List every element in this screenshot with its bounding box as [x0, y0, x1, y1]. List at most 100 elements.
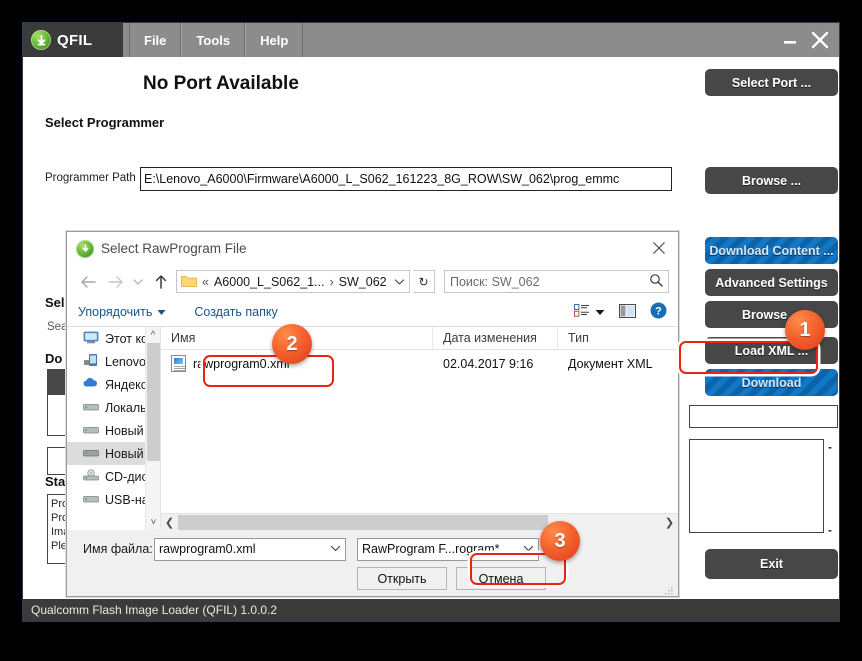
- breadcrumb-chevron-down-icon[interactable]: [394, 275, 405, 289]
- menubar: File Tools Help: [129, 23, 304, 57]
- sidebar-scrollbar[interactable]: ^ ˅: [145, 327, 160, 530]
- back-icon[interactable]: [76, 270, 100, 294]
- filetype-combobox[interactable]: RawProgram F...rogram*: [357, 538, 539, 561]
- breadcrumb-current[interactable]: SW_062: [339, 275, 387, 289]
- screenshot-root: QFIL File Tools Help No Port Available S…: [0, 0, 862, 661]
- file-type-cell: Документ XML: [568, 356, 653, 371]
- window-controls: [777, 23, 833, 57]
- close-icon[interactable]: [807, 26, 833, 54]
- new-folder-button[interactable]: Создать папку: [194, 305, 277, 319]
- filename-value: rawprogram0.xml: [159, 542, 256, 556]
- breadcrumb-bar[interactable]: « A6000_L_S062_1... › SW_062: [176, 270, 410, 293]
- annotation-badge-2: 2: [272, 324, 312, 364]
- app-statusbar: Qualcomm Flash Image Loader (QFIL) 1.0.0…: [23, 599, 839, 621]
- filetype-chevron-down-icon[interactable]: [523, 539, 534, 560]
- browse-programmer-button[interactable]: Browse ...: [705, 167, 838, 194]
- status-label: Sta: [45, 474, 66, 489]
- dialog-navbar: « A6000_L_S062_1... › SW_062 ↻ Поиск: SW…: [67, 265, 678, 298]
- file-modified-cell: 02.04.2017 9:16: [443, 356, 534, 371]
- column-header-type[interactable]: Тип: [558, 327, 678, 350]
- search-input[interactable]: Поиск: SW_062: [444, 270, 669, 293]
- select-port-button[interactable]: Select Port ...: [705, 69, 838, 96]
- cd-drive-icon: [83, 469, 99, 484]
- view-options-button[interactable]: [574, 304, 605, 320]
- port-status-text: No Port Available: [143, 73, 299, 94]
- hscroll-left-icon[interactable]: ❮: [161, 514, 178, 531]
- resize-grip-icon[interactable]: [664, 583, 674, 595]
- menu-item-file[interactable]: File: [129, 23, 182, 57]
- scroll-down-icon[interactable]: ˅: [146, 514, 160, 530]
- recent-locations-chevron-down-icon[interactable]: [130, 270, 146, 294]
- dialog-footer: Имя файла: rawprogram0.xml RawProgram F.…: [67, 530, 678, 596]
- breadcrumb-parent[interactable]: A6000_L_S062_1...: [214, 275, 325, 289]
- new-folder-label: Создать папку: [194, 305, 278, 319]
- file-name-text: rawprogram0.xml: [193, 356, 290, 371]
- programmer-path-input[interactable]: E:\Lenovo_A6000\Firmware\A6000_L_S062_16…: [140, 167, 672, 191]
- drive-icon: [83, 447, 99, 461]
- select-programmer-label: Select Programmer: [45, 115, 165, 130]
- help-icon[interactable]: ?: [650, 302, 667, 322]
- scroll-up-icon[interactable]: ^: [146, 327, 160, 343]
- toolbar-right-group: ?: [574, 302, 667, 322]
- svg-text:?: ?: [655, 306, 662, 318]
- search-path-label: Sea: [47, 321, 68, 333]
- app-brand: QFIL: [23, 23, 123, 57]
- dialog-body: Этот комп Lenovo A Яндекс.Д Локальны Нов…: [67, 326, 678, 530]
- app-name: QFIL: [57, 31, 93, 49]
- dialog-toolbar: Упорядочить Создать папку ?: [67, 298, 678, 327]
- filename-input[interactable]: rawprogram0.xml: [154, 538, 346, 561]
- programmer-path-label: Programmer Path: [45, 172, 136, 184]
- folder-icon: [181, 274, 197, 290]
- minimize-icon[interactable]: [777, 26, 803, 54]
- dialog-app-icon: [76, 239, 94, 258]
- drive-icon: [83, 424, 99, 438]
- up-one-level-icon[interactable]: [149, 270, 173, 294]
- phone-icon: [83, 353, 99, 370]
- qfil-logo-icon: [31, 30, 51, 50]
- breadcrumb-separator-2: ›: [329, 274, 334, 289]
- file-list-header: Имя Дата изменения Тип: [161, 326, 678, 350]
- file-list: Имя Дата изменения Тип rawprogram0.xml 0…: [161, 326, 678, 530]
- file-list-hscrollbar[interactable]: ❮ ❯: [161, 513, 678, 530]
- exit-button[interactable]: Exit: [705, 549, 838, 579]
- table-row[interactable]: rawprogram0.xml 02.04.2017 9:16 Документ…: [161, 350, 678, 377]
- organize-menu[interactable]: Упорядочить: [78, 305, 166, 319]
- column-header-modified[interactable]: Дата изменения: [433, 326, 558, 350]
- download-section-label: Do: [45, 351, 63, 366]
- dialog-titlebar: Select RawProgram File: [67, 232, 678, 265]
- right-log-box[interactable]: [689, 439, 824, 533]
- menu-item-tools[interactable]: Tools: [181, 23, 246, 57]
- select-rawprogram-file-dialog: Select RawProgram File « A6000_L_S062_1.…: [66, 231, 679, 597]
- open-button[interactable]: Открыть: [357, 567, 447, 590]
- view-options-icon: [574, 304, 590, 320]
- hscrollbar-thumb[interactable]: [178, 514, 548, 530]
- log-marker-top: -: [828, 442, 832, 454]
- advanced-settings-button[interactable]: Advanced Settings: [705, 269, 838, 296]
- organize-label: Упорядочить: [78, 305, 153, 319]
- refresh-icon[interactable]: ↻: [413, 270, 435, 293]
- annotation-badge-1: 1: [785, 310, 825, 350]
- menu-item-help[interactable]: Help: [245, 23, 304, 57]
- preview-pane-icon[interactable]: [619, 303, 636, 321]
- breadcrumb-separator-1: «: [202, 274, 209, 289]
- annotation-badge-3: 3: [540, 521, 580, 561]
- hscroll-right-icon[interactable]: ❯: [661, 514, 678, 531]
- forward-icon[interactable]: [103, 270, 127, 294]
- download-content-button[interactable]: Download Content ...: [705, 237, 838, 264]
- view-options-chevron-down-icon: [595, 305, 605, 319]
- filetype-value: RawProgram F...rogram*: [362, 542, 500, 556]
- scrollbar-thumb[interactable]: [147, 343, 160, 461]
- search-icon: [649, 273, 663, 290]
- dialog-title: Select RawProgram File: [101, 241, 247, 256]
- download-button[interactable]: Download: [705, 369, 838, 396]
- filename-chevron-down-icon[interactable]: [330, 539, 341, 560]
- cloud-icon: [83, 377, 99, 392]
- dialog-sidebar: Этот комп Lenovo A Яндекс.Д Локальны Нов…: [67, 327, 161, 530]
- xml-file-icon: [171, 355, 186, 372]
- select-build-type-label: Sel: [45, 295, 65, 310]
- dialog-close-icon[interactable]: [648, 238, 670, 258]
- right-path-input[interactable]: [689, 405, 838, 428]
- cancel-button[interactable]: Отмена: [456, 567, 546, 590]
- organize-chevron-down-icon: [157, 305, 166, 319]
- log-marker-bottom: -: [828, 525, 832, 537]
